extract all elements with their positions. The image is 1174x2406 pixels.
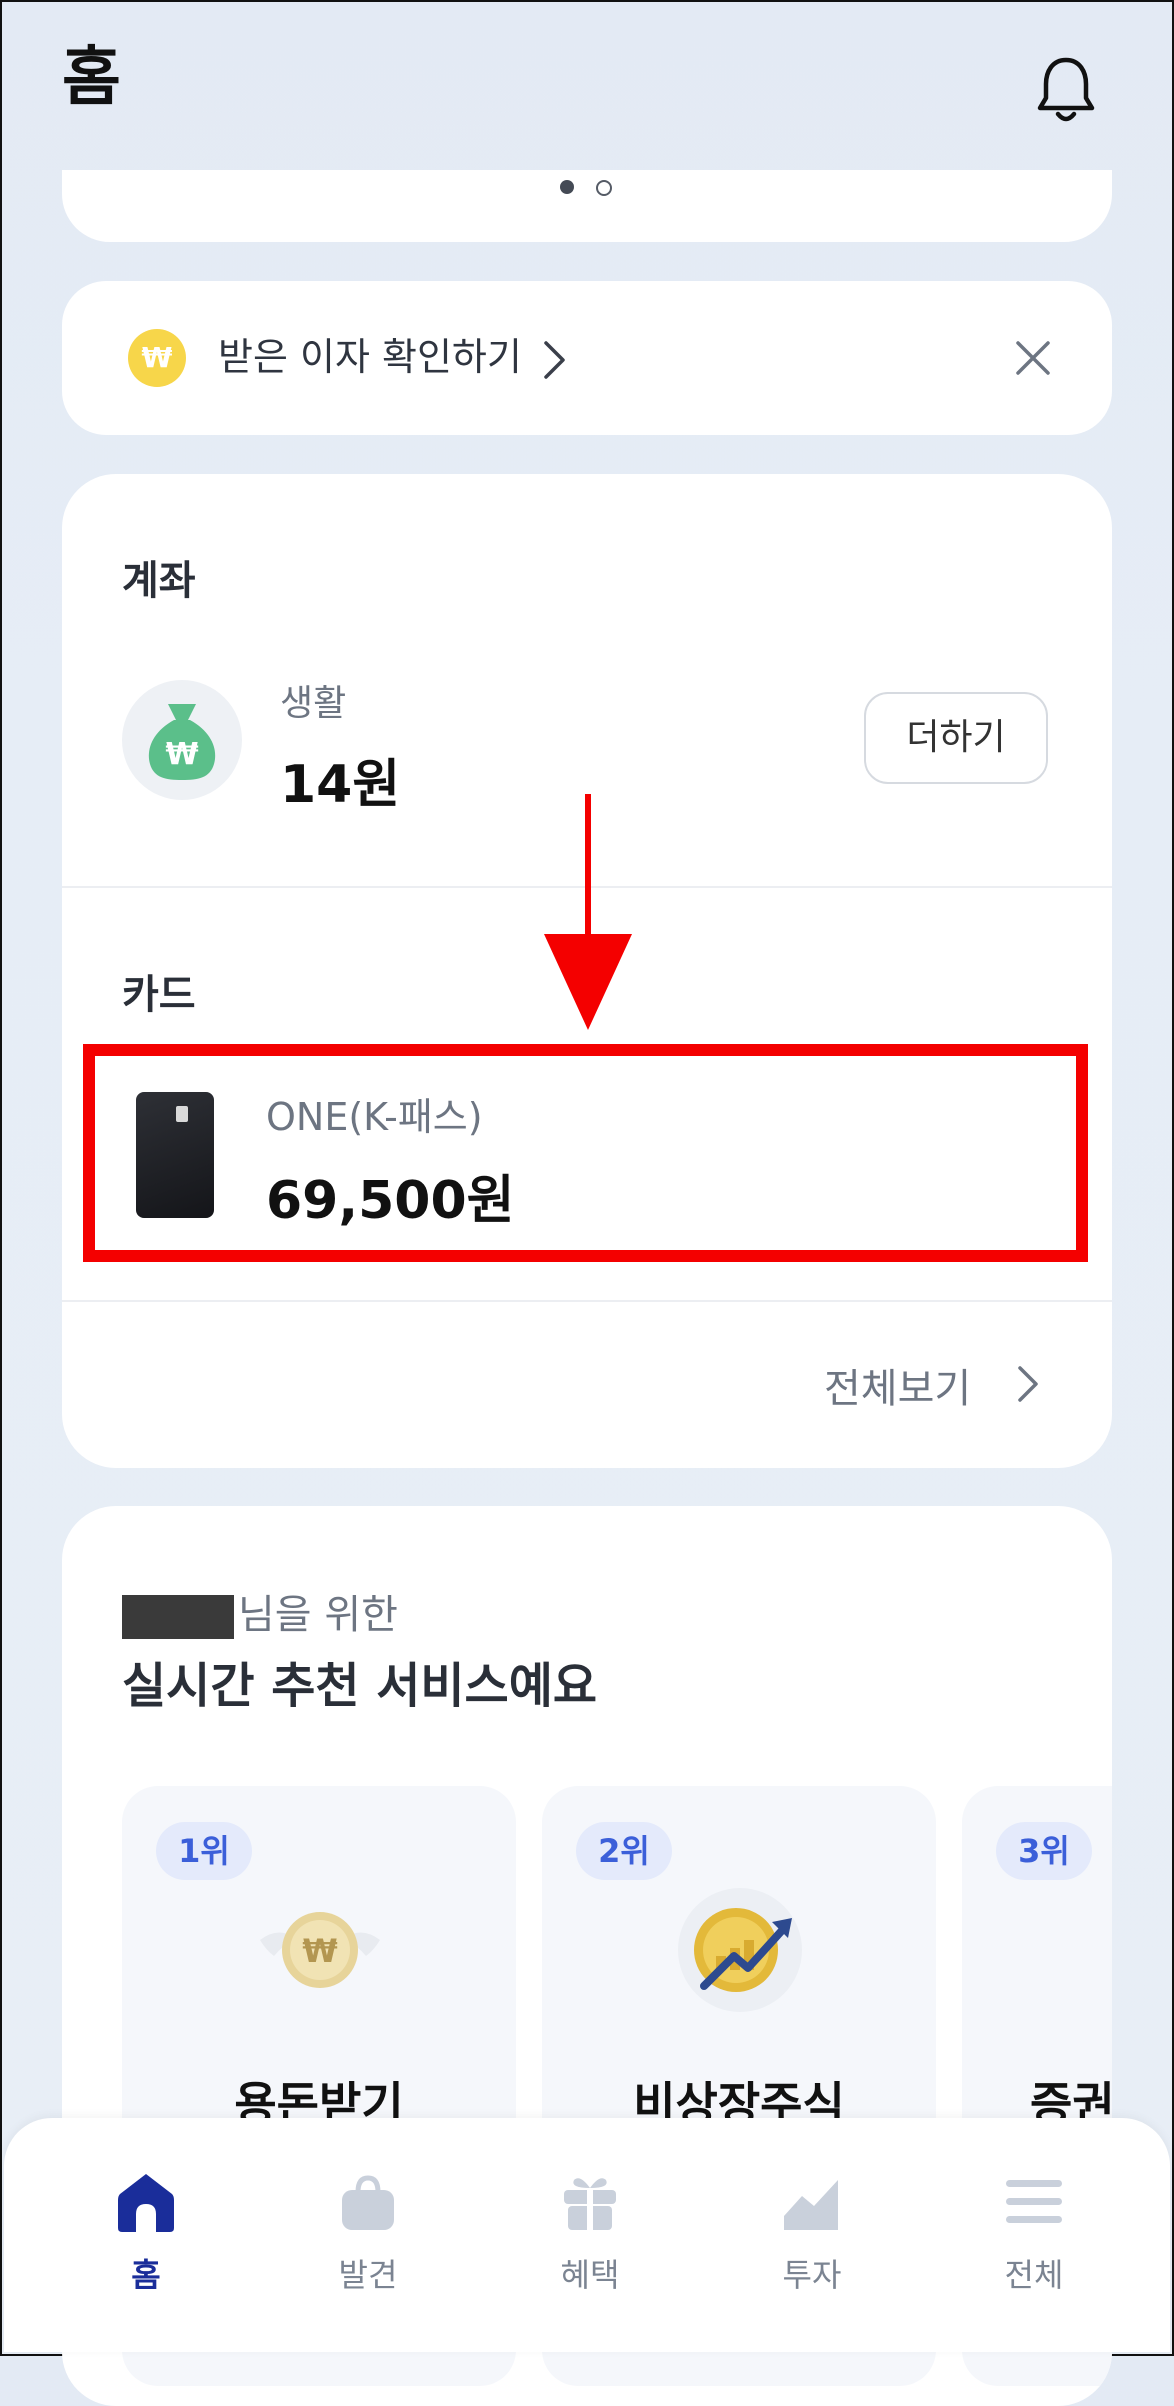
redacted-username bbox=[122, 1595, 234, 1639]
chevron-right-icon[interactable] bbox=[1016, 1364, 1040, 1404]
view-all-link[interactable]: 전체보기 bbox=[824, 1356, 971, 1414]
shopping-bag-icon bbox=[342, 2175, 394, 2230]
menu-icon bbox=[1006, 2180, 1062, 2223]
gift-icon bbox=[564, 2178, 616, 2230]
interest-notice-text[interactable]: 받은 이자 확인하기 bbox=[218, 335, 522, 381]
svg-text:₩: ₩ bbox=[165, 737, 198, 772]
rank-badge: 3위 bbox=[996, 1822, 1092, 1880]
svg-text:₩: ₩ bbox=[302, 1932, 337, 1970]
rank-badge: 2위 bbox=[576, 1822, 672, 1880]
account-name: 생활 bbox=[280, 683, 347, 724]
stock-growth-coin-icon bbox=[678, 1888, 802, 2012]
close-icon[interactable] bbox=[1014, 339, 1052, 377]
money-bag-icon: ₩ bbox=[122, 680, 242, 800]
home-icon bbox=[118, 2174, 174, 2232]
interest-notice-card[interactable]: ₩ 받은 이자 확인하기 bbox=[62, 281, 1112, 435]
divider bbox=[62, 1300, 1112, 1302]
winged-coin-icon: ₩ bbox=[260, 1912, 380, 1988]
card-section-title: 카드 bbox=[122, 972, 196, 1018]
nav-benefits[interactable]: 혜택 bbox=[510, 2148, 670, 2298]
add-button[interactable]: 더하기 bbox=[864, 692, 1048, 784]
chart-icon bbox=[782, 2174, 840, 2230]
nav-label: 투자 bbox=[782, 2256, 842, 2294]
pagination-dot-active bbox=[560, 180, 574, 194]
recommendation-title: 실시간 추천 서비스예요 bbox=[122, 1658, 598, 1714]
pagination-dot bbox=[596, 180, 612, 196]
securities-icon bbox=[1096, 1886, 1112, 2014]
recommendation-subtitle-text: 님을 위한 bbox=[238, 1592, 398, 1638]
recommendation-subtitle: 님을 위한 bbox=[122, 1582, 398, 1640]
nav-label: 전체 bbox=[1004, 2256, 1064, 2294]
won-coin-icon: ₩ bbox=[128, 329, 186, 387]
nav-all[interactable]: 전체 bbox=[954, 2148, 1114, 2298]
carousel-pagination bbox=[560, 180, 620, 196]
top-bar: 홈 bbox=[0, 0, 1174, 170]
annotation-highlight-box bbox=[83, 1044, 1088, 1262]
nav-home[interactable]: 홈 bbox=[66, 2148, 226, 2298]
account-section-title: 계좌 bbox=[122, 558, 196, 604]
chevron-right-icon bbox=[544, 341, 565, 379]
bell-icon[interactable] bbox=[1034, 54, 1098, 124]
nav-label: 혜택 bbox=[560, 2256, 620, 2294]
nav-label: 홈 bbox=[131, 2256, 161, 2294]
nav-discover[interactable]: 발견 bbox=[288, 2148, 448, 2298]
page-title: 홈 bbox=[62, 41, 121, 115]
rank-badge: 1위 bbox=[156, 1822, 252, 1880]
nav-label: 발견 bbox=[338, 2256, 398, 2294]
annotation-arrow bbox=[544, 794, 632, 1030]
bottom-navigation: 홈 발견 혜택 투자 전체 bbox=[4, 2118, 1170, 2352]
nav-invest[interactable]: 투자 bbox=[732, 2148, 892, 2298]
account-balance[interactable]: 14원 bbox=[280, 742, 400, 817]
